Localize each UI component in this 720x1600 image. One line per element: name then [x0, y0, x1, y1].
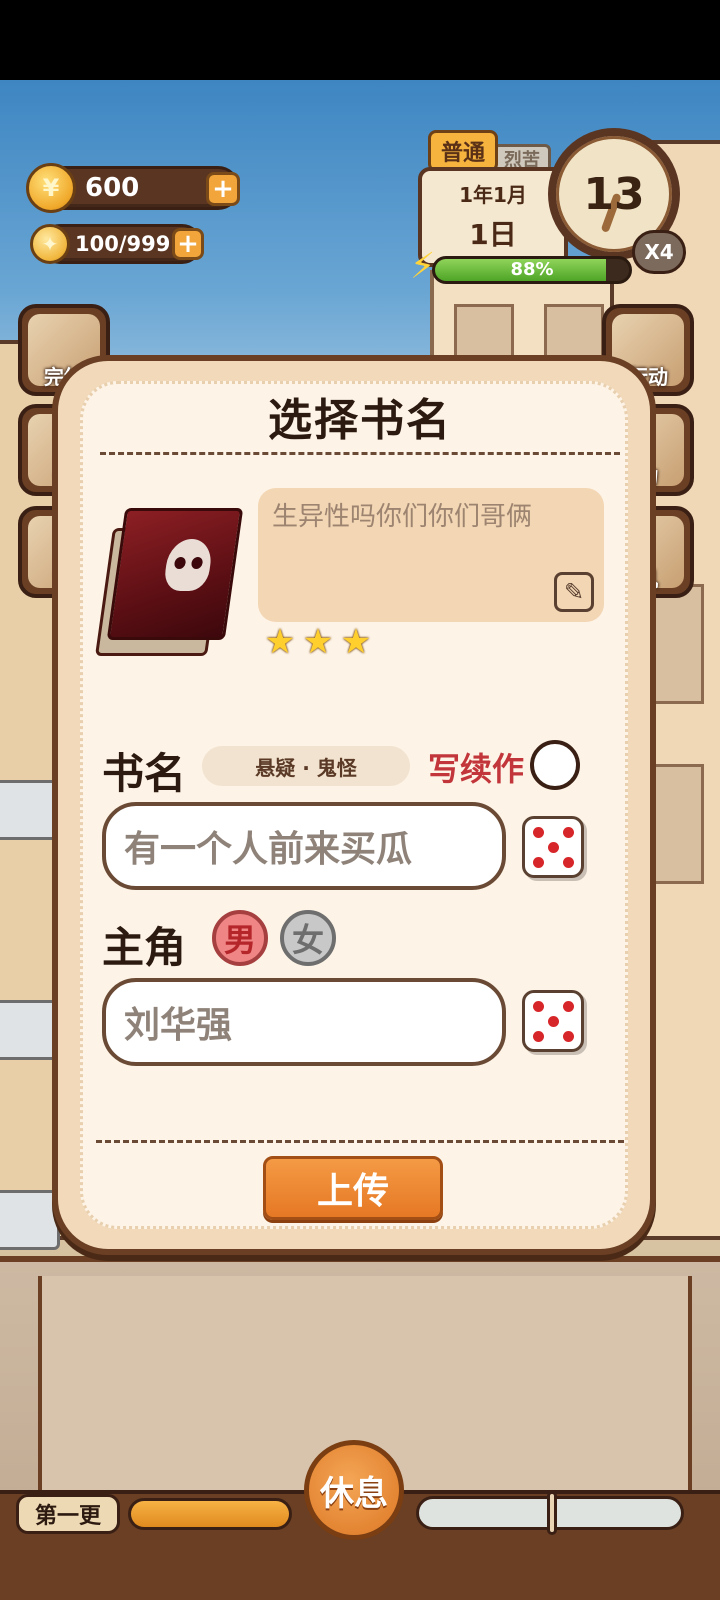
lightning-icon[interactable]: ⚡	[410, 246, 450, 290]
date-month: 1年1月	[459, 183, 527, 207]
add-ideas-button[interactable]: +	[172, 228, 204, 260]
random-protagonist-dice-icon[interactable]	[522, 990, 584, 1052]
book-cover	[95, 508, 244, 656]
status-bar	[0, 0, 720, 80]
star-icon: ★	[264, 622, 296, 662]
upload-button[interactable]: 上传	[263, 1156, 443, 1220]
gender-female-button[interactable]: 女	[280, 910, 336, 966]
time-slider-knob[interactable]	[547, 1491, 557, 1535]
coin-value: 600	[85, 173, 140, 203]
dialog-title: 选择书名	[268, 395, 452, 446]
star-icon: ★	[302, 622, 334, 662]
divider-bottom	[96, 1140, 624, 1143]
rating-stars: ★ ★ ★	[262, 624, 374, 660]
random-book-name-dice-icon[interactable]	[522, 816, 584, 878]
book-name-value: 有一个人前来买瓜	[124, 829, 413, 870]
speed-button[interactable]: X4	[632, 230, 686, 274]
protagonist-label: 主角	[102, 923, 187, 972]
protagonist-input[interactable]: 刘华强	[102, 978, 506, 1066]
air-conditioner	[0, 780, 60, 840]
book-name-input[interactable]: 有一个人前来买瓜	[102, 802, 506, 890]
air-conditioner	[0, 1000, 60, 1060]
chapter-progress-fill	[131, 1501, 289, 1527]
book-name-label: 书名	[102, 749, 187, 798]
description-text: 生异性吗你们你们哥俩	[272, 502, 533, 532]
difficulty-tab[interactable]: 普通	[428, 130, 498, 172]
energy-value: 88%	[510, 259, 554, 280]
chapter-button[interactable]: 第一更	[16, 1494, 120, 1534]
add-coins-button[interactable]: +	[206, 172, 240, 206]
skull-icon	[162, 539, 214, 591]
rest-button[interactable]: 休息	[304, 1440, 404, 1540]
coin-icon: ¥	[26, 163, 76, 213]
time-slider[interactable]	[416, 1491, 684, 1535]
description-box[interactable]: 生异性吗你们你们哥俩 ✎	[258, 488, 604, 622]
clock-hour: 13	[583, 168, 645, 220]
protagonist-value: 刘华强	[124, 1005, 233, 1046]
energy-bar: 88%	[432, 256, 632, 284]
genre-tag[interactable]: 悬疑 · 鬼怪	[202, 746, 410, 786]
idea-value: 100/999	[75, 232, 171, 256]
star-icon: ★	[340, 622, 372, 662]
sequel-label: 写续作	[428, 750, 525, 788]
air-conditioner	[0, 1190, 60, 1250]
book-front	[106, 508, 244, 640]
lightbulb-icon: ✦	[30, 224, 70, 264]
edit-icon[interactable]: ✎	[554, 572, 594, 612]
gender-male-button[interactable]: 男	[212, 910, 268, 966]
divider-top	[100, 452, 620, 455]
chapter-progress	[128, 1498, 292, 1530]
sequel-checkbox[interactable]	[530, 740, 580, 790]
